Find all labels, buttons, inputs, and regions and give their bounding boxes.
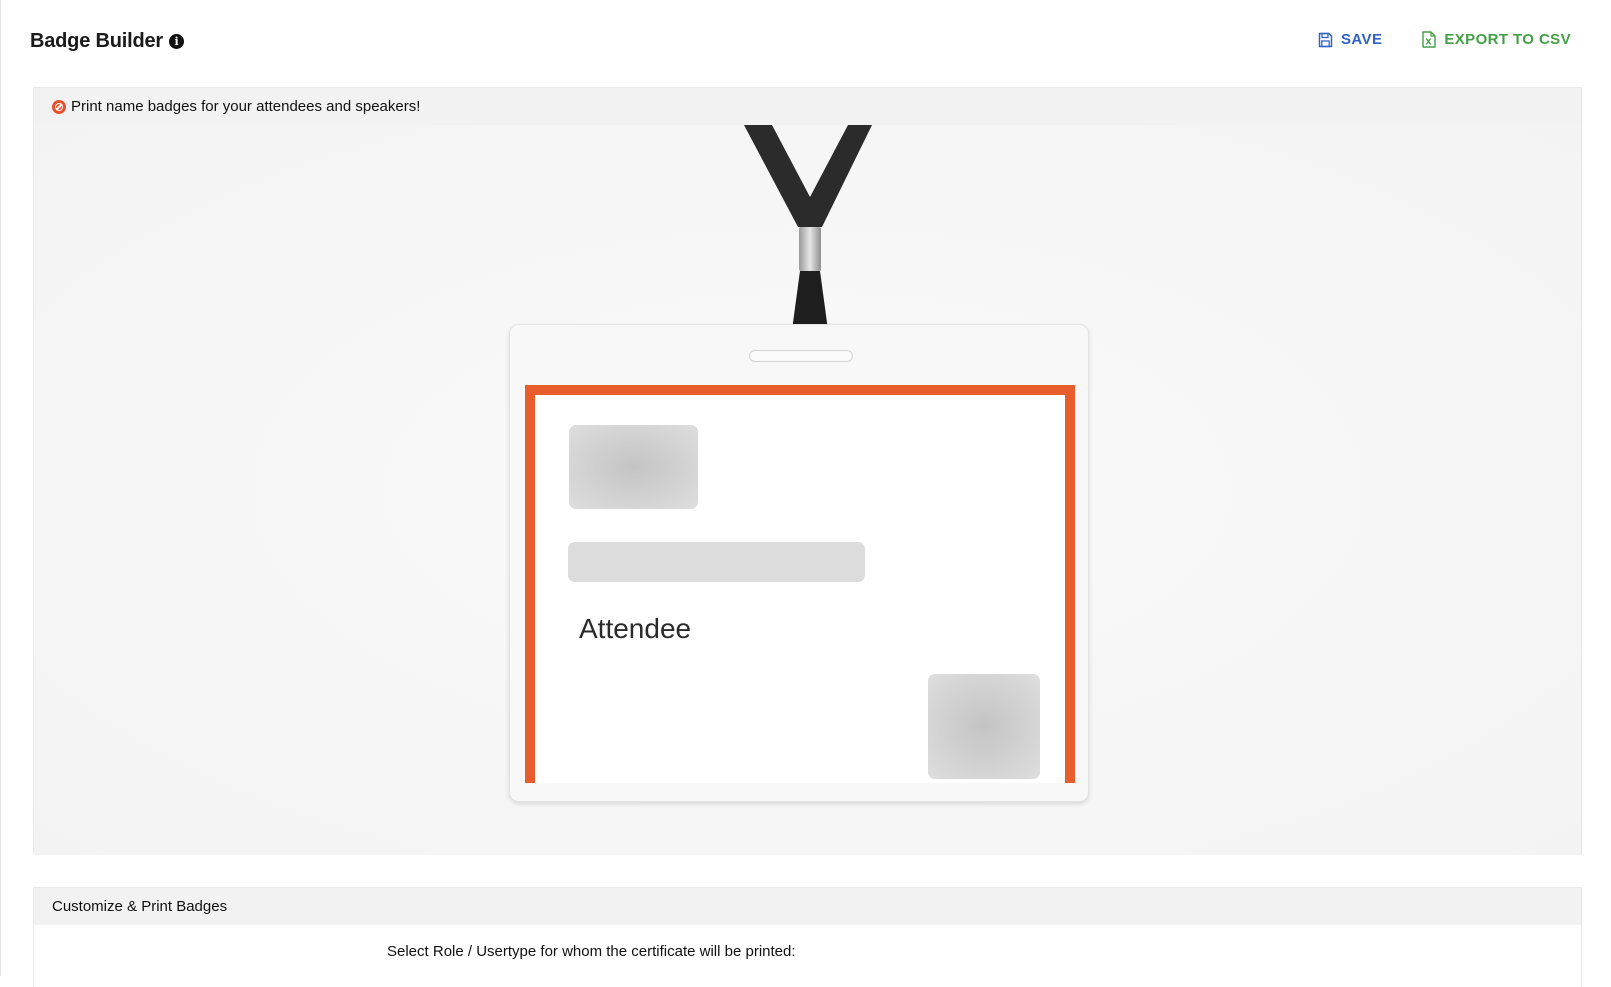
notice-bar: Print name badges for your attendees and… [34, 88, 1581, 125]
save-label: SAVE [1341, 31, 1383, 48]
page-title-row: Badge Builder i [30, 30, 184, 53]
excel-file-icon [1422, 31, 1437, 48]
badge-holder: Attendee [509, 324, 1089, 802]
export-label: EXPORT TO CSV [1444, 31, 1571, 48]
photo-placeholder [569, 425, 698, 509]
qr-code-placeholder [928, 674, 1040, 779]
role-select-label: Select Role / Usertype for whom the cert… [387, 943, 796, 960]
alert-circle-icon [52, 99, 66, 114]
badge-role-text: Attendee [579, 613, 692, 644]
notice-text: Print name badges for your attendees and… [71, 98, 421, 115]
customize-title: Customize & Print Badges [52, 898, 228, 915]
left-border [0, 0, 1, 976]
name-placeholder [568, 542, 865, 582]
save-button[interactable]: SAVE [1318, 31, 1382, 48]
badge-preview-area: Attendee [34, 125, 1581, 855]
toolbar: SAVE EXPORT TO CSV [1318, 31, 1571, 48]
page-title: Badge Builder [30, 30, 163, 52]
badge-preview-panel: Print name badges for your attendees and… [33, 87, 1582, 855]
info-icon[interactable]: i [168, 34, 184, 49]
customize-header: Customize & Print Badges [34, 888, 1581, 925]
export-to-csv-button[interactable]: EXPORT TO CSV [1422, 31, 1571, 48]
badge-card: Attendee [525, 385, 1075, 783]
customize-panel: Customize & Print Badges Select Role / U… [33, 887, 1582, 987]
save-icon [1318, 32, 1333, 48]
lanyard-slot [749, 350, 853, 362]
